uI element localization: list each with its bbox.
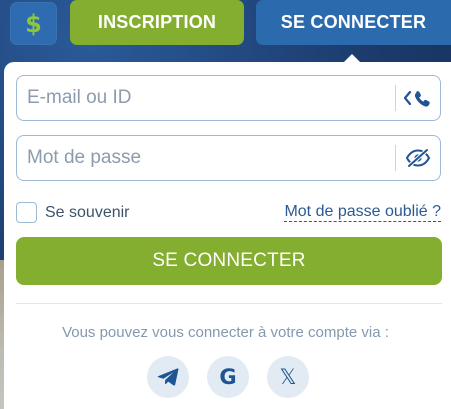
password-field (16, 135, 441, 181)
remember-checkbox[interactable] (16, 202, 37, 223)
password-input[interactable] (27, 136, 387, 180)
divider-line (16, 303, 442, 304)
remember-label: Se souvenir (45, 203, 130, 221)
forgot-password-link[interactable]: Mot de passe oublié ? (284, 202, 441, 222)
social-login-text: Vous pouvez vous connecter à votre compt… (62, 324, 389, 341)
field-divider (395, 85, 396, 111)
telegram-icon (157, 368, 179, 386)
email-field (16, 75, 441, 121)
register-button[interactable]: INSCRIPTION (70, 0, 244, 45)
social-login-row: G 𝕏 (147, 356, 317, 398)
x-icon: 𝕏 (279, 365, 297, 389)
remember-me[interactable]: Se souvenir (16, 202, 130, 223)
login-submit-button[interactable]: SE CONNECTER (16, 237, 442, 285)
login-popup: Se souvenir Mot de passe oublié ? SE CON… (4, 62, 451, 409)
email-input[interactable] (27, 76, 387, 120)
x-login-button[interactable]: 𝕏 (267, 356, 309, 398)
login-top-button[interactable]: SE CONNECTER (256, 0, 451, 45)
phone-switch-icon[interactable] (402, 83, 434, 113)
telegram-login-button[interactable] (147, 356, 189, 398)
eye-slash-icon[interactable] (402, 143, 434, 173)
google-login-button[interactable]: G (207, 356, 249, 398)
field-divider (395, 145, 396, 171)
dollar-icon: $ (25, 9, 42, 38)
google-icon: G (219, 365, 237, 389)
currency-button[interactable]: $ (10, 2, 57, 45)
